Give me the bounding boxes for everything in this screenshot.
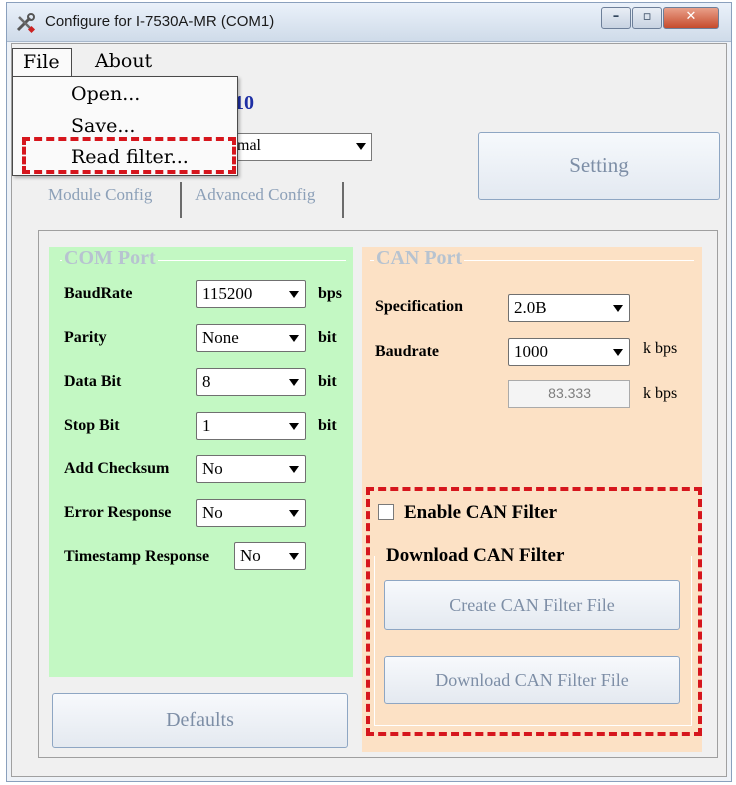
tab-module-config[interactable]: Module Config bbox=[48, 185, 152, 205]
chevron-down-icon bbox=[289, 510, 299, 517]
can-port-title: CAN Port bbox=[374, 247, 465, 270]
timestamp-response-value: No bbox=[240, 546, 261, 565]
parity-value: None bbox=[202, 328, 239, 347]
maximize-button[interactable]: ▫ bbox=[632, 7, 662, 29]
window-title: Configure for I-7530A-MR (COM1) bbox=[45, 13, 275, 30]
actual-rate-unit: k bps bbox=[643, 385, 678, 402]
menu-about[interactable]: About bbox=[95, 50, 152, 72]
stop-bit-value: 1 bbox=[202, 416, 211, 435]
data-bit-value: 8 bbox=[202, 372, 211, 391]
close-button[interactable]: ✕ bbox=[663, 7, 719, 29]
tab-divider bbox=[342, 182, 344, 218]
specification-label: Specification bbox=[375, 298, 463, 315]
defaults-button-label: Defaults bbox=[166, 709, 234, 731]
parity-label: Parity bbox=[64, 329, 107, 346]
error-response-select[interactable]: No bbox=[196, 499, 306, 527]
tools-icon bbox=[16, 13, 36, 34]
close-icon: ✕ bbox=[685, 9, 697, 24]
menu-file[interactable]: File bbox=[12, 48, 72, 78]
add-checksum-value: No bbox=[202, 459, 223, 478]
chevron-down-icon bbox=[356, 143, 366, 150]
maximize-icon: ▫ bbox=[642, 9, 652, 24]
parity-select[interactable]: None bbox=[196, 324, 306, 352]
specification-value: 2.0B bbox=[514, 298, 547, 317]
chevron-down-icon bbox=[289, 553, 299, 560]
parity-unit: bit bbox=[318, 329, 337, 346]
mode-select[interactable]: mal bbox=[230, 133, 372, 161]
data-bit-unit: bit bbox=[318, 373, 337, 390]
add-checksum-label: Add Checksum bbox=[64, 460, 170, 477]
menu-item-open[interactable]: Open... bbox=[71, 83, 140, 105]
can-baudrate-value: 1000 bbox=[514, 342, 548, 361]
actual-rate-value: 83.333 bbox=[548, 385, 591, 401]
setting-button-label: Setting bbox=[569, 153, 629, 177]
chevron-down-icon bbox=[289, 466, 299, 473]
stop-bit-select[interactable]: 1 bbox=[196, 412, 306, 440]
chevron-down-icon bbox=[289, 423, 299, 430]
data-bit-label: Data Bit bbox=[64, 373, 122, 390]
timestamp-response-select[interactable]: No bbox=[234, 542, 306, 570]
stop-bit-label: Stop Bit bbox=[64, 417, 120, 434]
timestamp-response-label: Timestamp Response bbox=[64, 548, 210, 565]
baudrate-label: BaudRate bbox=[64, 285, 133, 302]
chevron-down-icon bbox=[289, 335, 299, 342]
read-filter-highlight-box bbox=[22, 137, 236, 174]
chevron-down-icon bbox=[613, 349, 623, 356]
specification-select[interactable]: 2.0B bbox=[508, 294, 630, 322]
can-filter-highlight-box bbox=[366, 487, 702, 736]
minimize-icon: – bbox=[612, 9, 620, 24]
chevron-down-icon bbox=[613, 305, 623, 312]
title-bar[interactable]: Configure for I-7530A-MR (COM1) – ▫ ✕ bbox=[7, 3, 731, 42]
add-checksum-select[interactable]: No bbox=[196, 455, 306, 483]
chevron-down-icon bbox=[289, 291, 299, 298]
chevron-down-icon bbox=[289, 379, 299, 386]
tab-divider bbox=[180, 182, 182, 218]
can-baudrate-label: Baudrate bbox=[375, 343, 439, 360]
defaults-button[interactable]: Defaults bbox=[52, 693, 348, 748]
tab-advanced-config[interactable]: Advanced Config bbox=[195, 185, 315, 205]
data-bit-select[interactable]: 8 bbox=[196, 368, 306, 396]
baudrate-value: 115200 bbox=[202, 284, 253, 303]
setting-button[interactable]: Setting bbox=[478, 132, 720, 200]
baudrate-select[interactable]: 115200 bbox=[196, 280, 306, 308]
baudrate-unit: bps bbox=[318, 285, 343, 302]
error-response-value: No bbox=[202, 503, 223, 522]
stop-bit-unit: bit bbox=[318, 417, 337, 434]
mode-select-value: mal bbox=[237, 137, 261, 154]
can-baudrate-unit: k bps bbox=[643, 340, 678, 357]
can-baudrate-select[interactable]: 1000 bbox=[508, 338, 630, 366]
actual-rate-field: 83.333 bbox=[508, 380, 630, 408]
com-port-title: COM Port bbox=[62, 247, 158, 270]
menu-item-save[interactable]: Save... bbox=[71, 115, 135, 137]
error-response-label: Error Response bbox=[64, 504, 172, 521]
menu-file-label: File bbox=[23, 51, 60, 73]
minimize-button[interactable]: – bbox=[601, 7, 631, 29]
